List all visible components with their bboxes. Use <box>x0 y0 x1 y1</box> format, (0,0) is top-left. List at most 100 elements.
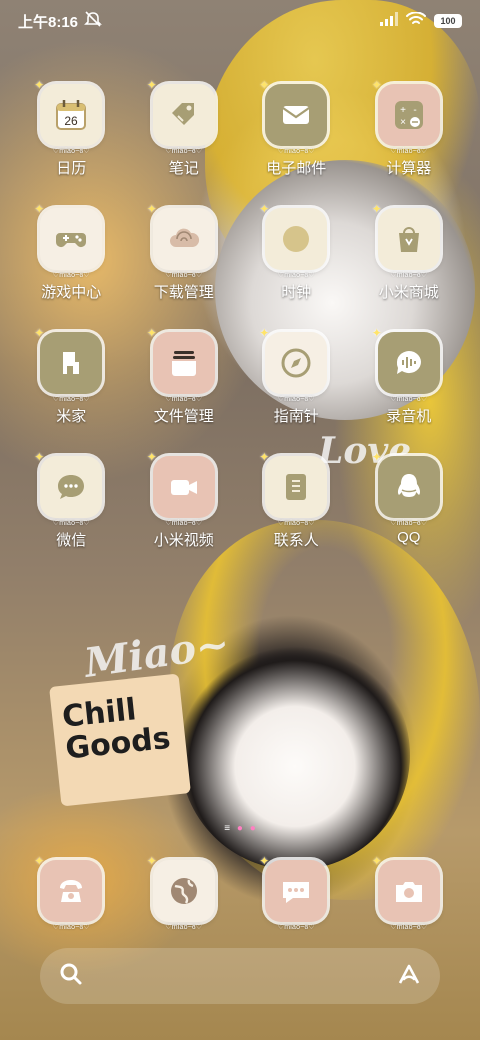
sparkle-icon: ✦ <box>34 326 45 340</box>
icon-theme-tag: ♡miao~ɞ♡ <box>277 148 315 155</box>
app-row: 26 ✦ ♡miao~ɞ♡ 日历 ✦ ♡miao~ɞ♡ 笔记 ✦ ♡miao~ɞ♡ 电子邮件 + - ×… <box>15 78 466 208</box>
phone-icon[interactable]: ✦ <box>34 854 103 922</box>
sparkle-icon: ✦ <box>371 202 382 216</box>
app-label: 游戏中心 <box>41 284 102 301</box>
app-label: 电子邮件 <box>266 160 327 177</box>
icon-theme-tag: ♡miao~ɞ♡ <box>52 520 90 527</box>
icon-theme-tag: ♡miao~ɞ♡ <box>390 520 428 527</box>
app-browser-globe[interactable]: ✦ ♡miao~ɞ♡ <box>128 854 241 931</box>
app-chat-bubble[interactable]: ✦ ♡miao~ɞ♡ 微信 <box>15 450 128 580</box>
compass-icon[interactable]: ✦ <box>259 326 328 394</box>
calendar-icon[interactable]: 26 ✦ <box>34 78 103 146</box>
icon-theme-tag: ♡miao~ɞ♡ <box>390 148 428 155</box>
icon-theme-tag: ♡miao~ɞ♡ <box>390 396 428 403</box>
app-phone[interactable]: ✦ ♡miao~ɞ♡ <box>15 854 128 931</box>
app-label: 笔记 <box>168 160 199 177</box>
icon-theme-tag: ♡miao~ɞ♡ <box>390 924 428 931</box>
app-shopping-bag[interactable]: ✦ ♡miao~ɞ♡ 小米商城 <box>353 202 466 332</box>
sparkle-icon: ✦ <box>34 450 45 464</box>
app-label: 计算器 <box>386 160 432 177</box>
sparkle-icon: ✦ <box>371 854 382 868</box>
app-label: 时钟 <box>281 284 312 301</box>
app-messages[interactable]: ✦ ♡miao~ɞ♡ <box>240 854 353 931</box>
app-grid: 26 ✦ ♡miao~ɞ♡ 日历 ✦ ♡miao~ɞ♡ 笔记 ✦ ♡miao~ɞ♡ 电子邮件 + - ×… <box>15 78 466 580</box>
cloud-download-icon[interactable]: ✦ <box>147 202 215 270</box>
sparkle-icon: ✦ <box>259 450 270 464</box>
shopping-bag-icon[interactable]: ✦ <box>372 202 440 270</box>
app-dock: ✦ ♡miao~ɞ♡ ✦ ♡miao~ɞ♡ ✦ ♡miao~ɞ♡ ✦ ♡miao~ɞ♡ <box>15 854 466 931</box>
assistant-icon[interactable] <box>396 961 422 992</box>
sparkle-icon: ✦ <box>259 326 270 340</box>
signal-icon <box>380 12 398 30</box>
app-mail[interactable]: ✦ ♡miao~ɞ♡ 电子邮件 <box>240 78 353 208</box>
page-indicator[interactable]: ≡ ● ● <box>0 823 480 834</box>
icon-theme-tag: ♡miao~ɞ♡ <box>52 272 90 279</box>
sparkle-icon: ✦ <box>259 854 270 868</box>
sparkle-icon: ✦ <box>146 326 157 340</box>
app-contacts-book[interactable]: ✦ ♡miao~ɞ♡ 联系人 <box>240 450 353 580</box>
qq-penguin-icon[interactable]: ✦ <box>372 450 440 518</box>
app-file-manager[interactable]: ✦ ♡miao~ɞ♡ 文件管理 <box>128 326 241 456</box>
icon-theme-tag: ♡miao~ɞ♡ <box>277 272 315 279</box>
messages-icon[interactable]: ✦ <box>259 854 328 922</box>
sparkle-icon: ✦ <box>259 78 270 92</box>
search-icon[interactable] <box>58 961 84 992</box>
app-row: ✦ ♡miao~ɞ♡ 米家 ✦ ♡miao~ɞ♡ 文件管理 ✦ ♡miao~ɞ♡ 指南针 ✦ ♡mi… <box>15 326 466 456</box>
app-qq-penguin[interactable]: ✦ ♡miao~ɞ♡ QQ <box>353 450 466 580</box>
icon-theme-tag: ♡miao~ɞ♡ <box>277 924 315 931</box>
app-camera[interactable]: ✦ ♡miao~ɞ♡ <box>353 854 466 931</box>
sparkle-icon: ✦ <box>34 78 45 92</box>
camera-icon[interactable]: ✦ <box>372 854 440 922</box>
page-dot-active: ● <box>236 823 243 834</box>
icon-theme-tag: ♡miao~ɞ♡ <box>52 396 90 403</box>
app-label: 文件管理 <box>153 408 214 425</box>
app-label: 下载管理 <box>153 284 214 301</box>
notes-tag-icon[interactable]: ✦ <box>147 78 215 146</box>
icon-theme-tag: ♡miao~ɞ♡ <box>52 148 90 155</box>
app-voice-recorder[interactable]: ✦ ♡miao~ɞ♡ 录音机 <box>353 326 466 456</box>
icon-theme-tag: ♡miao~ɞ♡ <box>165 924 203 931</box>
chat-bubble-icon[interactable]: ✦ <box>34 450 103 518</box>
app-clock[interactable]: ✦ ♡miao~ɞ♡ 时钟 <box>240 202 353 332</box>
app-video-camera[interactable]: ✦ ♡miao~ɞ♡ 小米视频 <box>128 450 241 580</box>
app-label: 米家 <box>56 408 87 425</box>
home-search-bar[interactable] <box>40 948 440 1004</box>
app-compass[interactable]: ✦ ♡miao~ɞ♡ 指南针 <box>240 326 353 456</box>
wifi-icon <box>406 11 426 30</box>
video-camera-icon[interactable]: ✦ <box>147 450 215 518</box>
app-home-device[interactable]: ✦ ♡miao~ɞ♡ 米家 <box>15 326 128 456</box>
icon-theme-tag: ♡miao~ɞ♡ <box>165 396 203 403</box>
sparkle-icon: ✦ <box>259 202 270 216</box>
app-cloud-download[interactable]: ✦ ♡miao~ɞ♡ 下载管理 <box>128 202 241 332</box>
app-calendar[interactable]: 26 ✦ ♡miao~ɞ♡ 日历 <box>15 78 128 208</box>
contacts-book-icon[interactable]: ✦ <box>259 450 328 518</box>
app-label: 小米视频 <box>153 532 214 549</box>
app-label: 指南针 <box>273 408 319 425</box>
sparkle-icon: ✦ <box>146 78 157 92</box>
sparkle-icon: ✦ <box>34 854 45 868</box>
app-label: 小米商城 <box>378 284 439 301</box>
browser-globe-icon[interactable]: ✦ <box>147 854 215 922</box>
page-dot-active: ● <box>249 823 256 834</box>
sparkle-icon: ✦ <box>371 78 382 92</box>
sparkle-icon: ✦ <box>146 202 157 216</box>
app-notes-tag[interactable]: ✦ ♡miao~ɞ♡ 笔记 <box>128 78 241 208</box>
wallpaper-chill-box: Chill Goods <box>49 673 191 807</box>
sparkle-icon: ✦ <box>146 450 157 464</box>
sparkle-icon: ✦ <box>371 450 382 464</box>
calculator-icon[interactable]: + - × ✦ <box>372 78 440 146</box>
file-manager-icon[interactable]: ✦ <box>147 326 215 394</box>
svg-text:-: - <box>413 105 416 116</box>
voice-recorder-icon[interactable]: ✦ <box>372 326 440 394</box>
app-gamepad[interactable]: ✦ ♡miao~ɞ♡ 游戏中心 <box>15 202 128 332</box>
clock-icon[interactable]: ✦ <box>259 202 328 270</box>
gamepad-icon[interactable]: ✦ <box>34 202 103 270</box>
sparkle-icon: ✦ <box>34 202 45 216</box>
app-calculator[interactable]: + - × ✦ ♡miao~ɞ♡ 计算器 <box>353 78 466 208</box>
home-device-icon[interactable]: ✦ <box>34 326 103 394</box>
app-row: ✦ ♡miao~ɞ♡ 微信 ✦ ♡miao~ɞ♡ 小米视频 ✦ ♡miao~ɞ♡ 联系人 ✦ ♡mi… <box>15 450 466 580</box>
battery-indicator: 100 <box>434 14 462 28</box>
mail-icon[interactable]: ✦ <box>259 78 328 146</box>
icon-theme-tag: ♡miao~ɞ♡ <box>52 924 90 931</box>
wallpaper-cat-bottom <box>180 640 410 870</box>
